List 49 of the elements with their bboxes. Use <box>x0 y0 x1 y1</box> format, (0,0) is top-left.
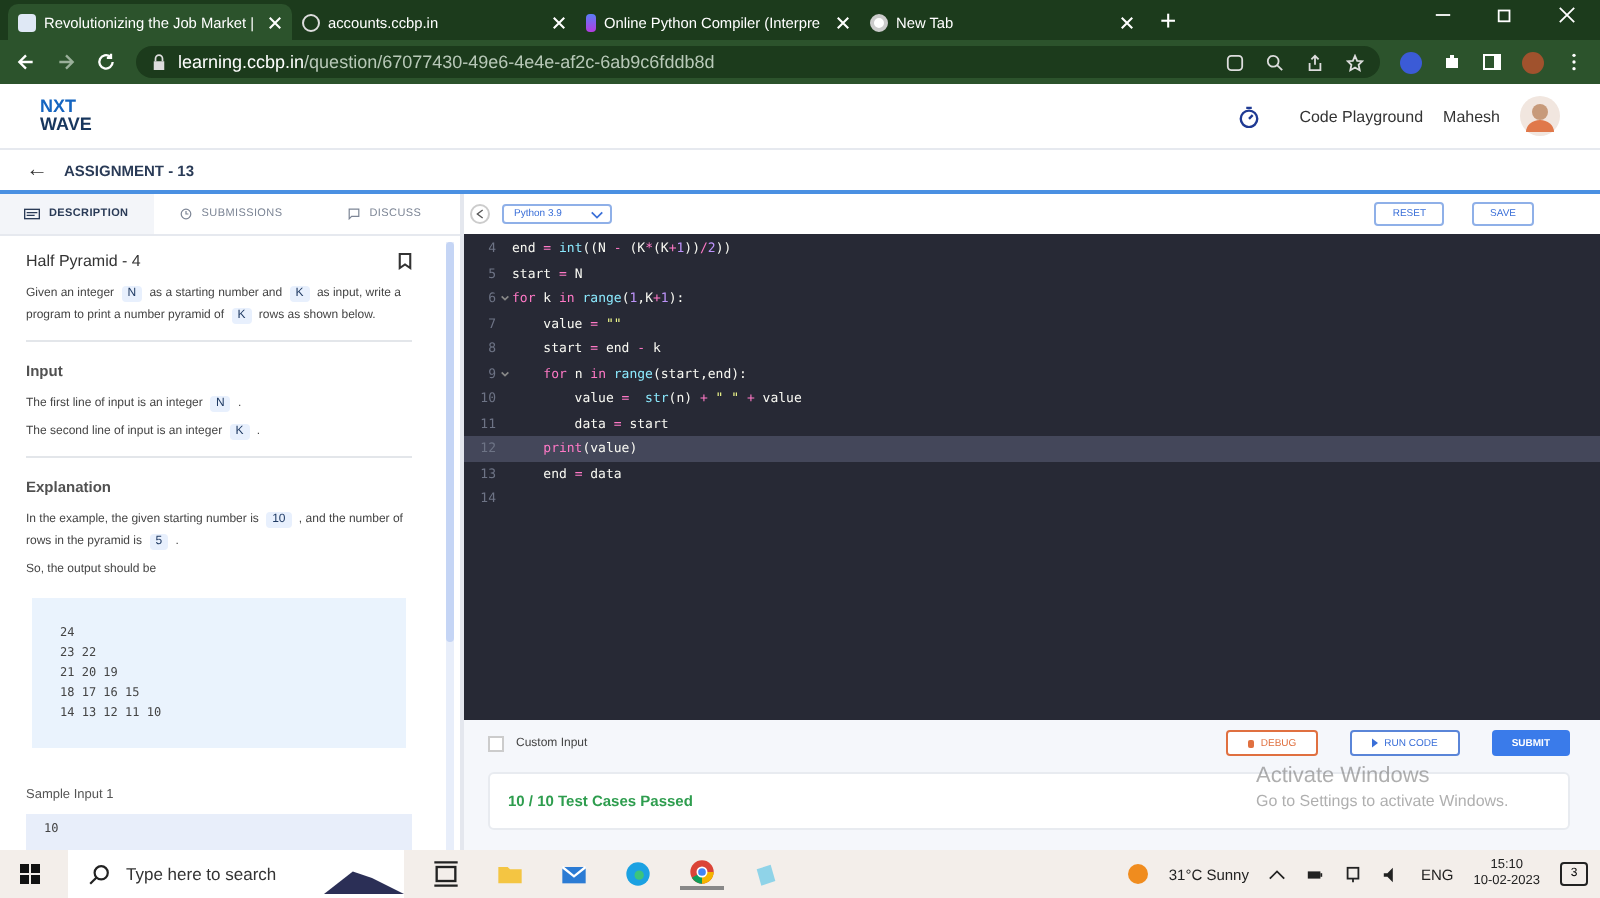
battery-icon[interactable] <box>1306 865 1325 883</box>
taskbar-search-field[interactable]: Type here to search <box>68 850 404 898</box>
new-tab-button[interactable]: + <box>1144 4 1193 40</box>
problem-title: Half Pyramid - 4 <box>26 252 141 270</box>
sidebar-icon[interactable] <box>1482 52 1502 72</box>
restore-icon[interactable] <box>1496 6 1514 24</box>
search-icon <box>88 863 110 885</box>
logo-text: NXT <box>40 98 78 116</box>
fold-icon[interactable] <box>499 369 509 378</box>
back-icon[interactable] <box>16 52 36 72</box>
activation-title: Activate Windows <box>1256 764 1432 788</box>
close-icon[interactable] <box>1120 15 1134 29</box>
document-icon <box>24 208 41 220</box>
back-arrow[interactable]: ← <box>26 158 48 182</box>
browser-logo-icon <box>870 13 888 31</box>
lock-icon <box>152 53 166 71</box>
reload-icon[interactable] <box>96 52 116 72</box>
chevron-up-icon[interactable] <box>1268 865 1287 883</box>
page-icon <box>18 13 36 31</box>
network-icon[interactable] <box>1344 865 1363 883</box>
close-icon[interactable] <box>268 15 282 29</box>
fold-icon[interactable] <box>499 294 509 303</box>
user-name[interactable]: Mahesh <box>1443 107 1500 125</box>
zoom-icon[interactable] <box>1266 53 1284 71</box>
close-icon[interactable] <box>1558 6 1576 24</box>
clock-icon <box>177 208 194 220</box>
address-field[interactable]: learning.ccbp.in/question/67077430-49e6-4e4e-af2c-6ab9c6fddb8d <box>136 46 1380 78</box>
close-icon[interactable] <box>836 15 850 29</box>
collapse-button[interactable] <box>470 204 490 224</box>
logo-text: WAVE <box>40 116 92 134</box>
puzzle-icon[interactable] <box>1442 52 1462 72</box>
share-icon[interactable] <box>1306 53 1324 71</box>
activation-hint: Go to Settings to activate Windows. <box>1256 792 1509 810</box>
forward-icon[interactable] <box>56 52 76 72</box>
user-avatar-icon[interactable] <box>1520 96 1560 136</box>
star-icon[interactable] <box>1346 53 1364 71</box>
timer-icon[interactable] <box>1237 105 1260 127</box>
chevron-down-icon <box>589 209 604 219</box>
close-icon[interactable] <box>552 15 566 29</box>
chrome-icon[interactable] <box>680 858 724 890</box>
site-logo-icon <box>586 13 596 31</box>
bookmark-icon[interactable] <box>398 252 412 270</box>
chevron-left-icon <box>476 208 484 220</box>
windows-start-icon[interactable] <box>20 864 40 884</box>
globe-icon <box>302 13 320 31</box>
scrollbar[interactable] <box>446 242 454 850</box>
play-icon <box>1372 738 1379 748</box>
chat-icon <box>345 208 362 220</box>
code-playground-link[interactable]: Code Playground <box>1299 107 1424 125</box>
